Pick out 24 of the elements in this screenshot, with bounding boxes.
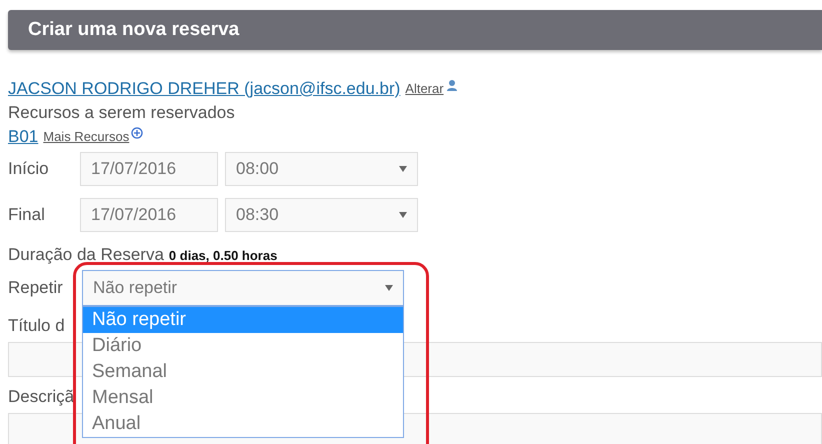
time-select[interactable]: 08:00	[225, 152, 418, 186]
resources-label: Recursos a serem reservados	[8, 102, 235, 124]
duration-value: 0 dias, 0.50 horas	[168, 248, 278, 262]
caret-icon	[385, 285, 393, 291]
dropdown-option[interactable]: Não repetir	[83, 307, 403, 333]
caret-icon	[399, 212, 407, 218]
panel-header: Criar uma nova reserva	[8, 10, 822, 50]
caret-icon	[399, 166, 407, 172]
field-label: Início	[8, 159, 50, 179]
date-field[interactable]: 17/07/2016	[80, 152, 218, 186]
person-icon	[446, 79, 458, 91]
user-link[interactable]: JACSON RODRIGO DREHER (jacson@ifsc.edu.br)	[8, 77, 400, 101]
add-icon[interactable]	[131, 127, 144, 139]
duration-label: Duração da Reserva	[8, 245, 164, 265]
time-select[interactable]: 08:30	[225, 198, 418, 232]
field-label: Final	[8, 205, 46, 225]
date-field[interactable]: 17/07/2016	[80, 198, 218, 232]
change-link[interactable]: Alterar	[405, 77, 444, 101]
field-label: Título d	[8, 315, 65, 337]
field-label: Repetir	[8, 278, 64, 298]
more-resources-link[interactable]: Mais Recursos	[43, 125, 130, 149]
resource-link[interactable]: B01	[8, 125, 38, 149]
field-label: Descriçã	[8, 386, 74, 408]
repeat-select[interactable]: Não repetir	[82, 270, 404, 306]
